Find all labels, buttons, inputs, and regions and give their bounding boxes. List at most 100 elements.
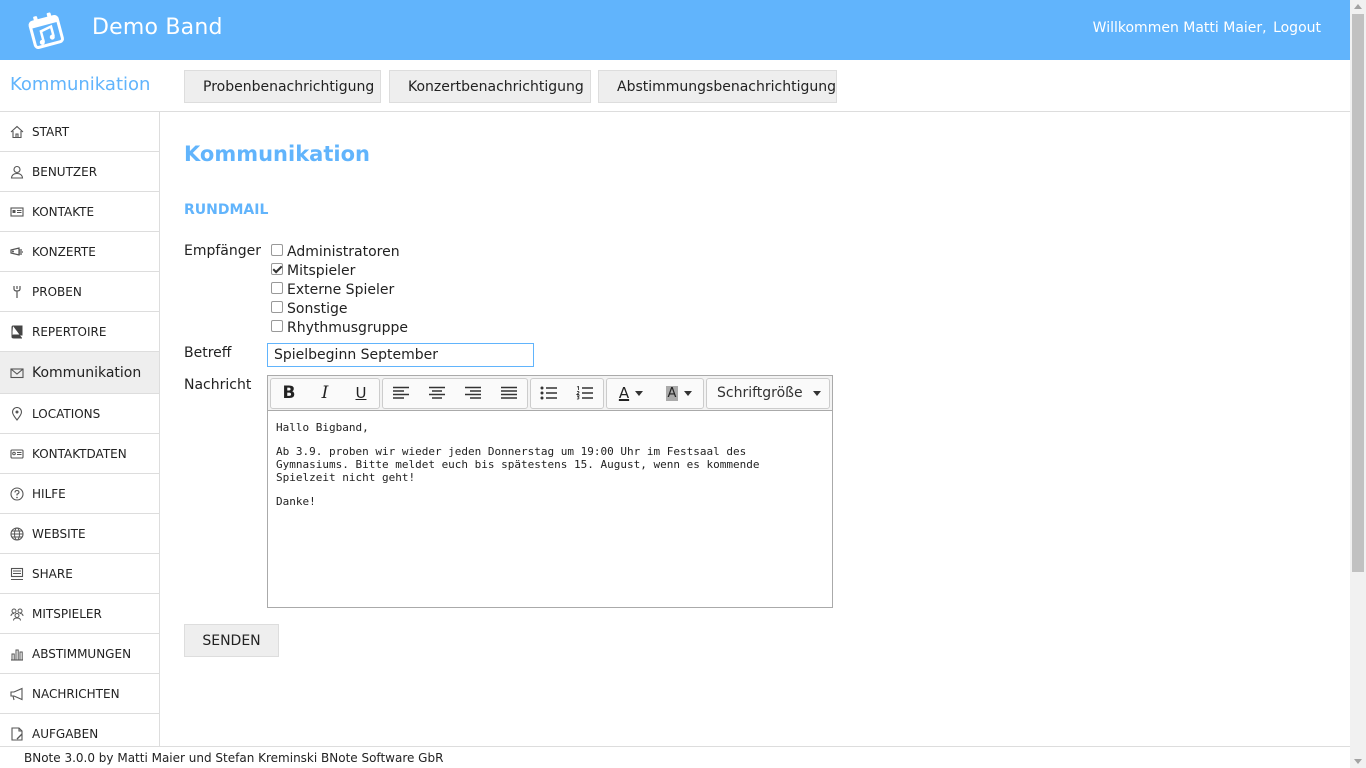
checkbox-administratoren[interactable] bbox=[271, 243, 283, 256]
megaphone-icon bbox=[10, 687, 23, 700]
sidebar-item-label: BENUTZER bbox=[32, 164, 98, 179]
sidebar-item-website[interactable]: WEBSITE bbox=[0, 514, 159, 554]
color-group: A A bbox=[606, 377, 704, 409]
checkbox-rhythmusgruppe[interactable] bbox=[271, 319, 283, 332]
sidebar-item-kontakte[interactable]: KONTAKTE bbox=[0, 192, 159, 232]
format-group: B I U bbox=[270, 377, 380, 409]
checkbox-label: Sonstige bbox=[287, 300, 348, 317]
recipient-option[interactable]: Administratoren bbox=[271, 242, 400, 261]
sidebar-item-proben[interactable]: PROBEN bbox=[0, 272, 159, 312]
app-header: Demo Band Willkommen Matti Maier, Logout bbox=[0, 0, 1350, 60]
section-subtitle: RUNDMAIL bbox=[184, 202, 269, 218]
home-icon bbox=[10, 125, 24, 138]
editor-paragraph: Danke! bbox=[276, 495, 316, 508]
recipient-option[interactable]: Rhythmusgruppe bbox=[271, 318, 408, 337]
envelope-icon bbox=[10, 367, 24, 378]
align-left-button[interactable] bbox=[383, 379, 419, 408]
align-center-icon bbox=[429, 386, 445, 399]
checkbox-label: Administratoren bbox=[287, 243, 400, 260]
checkbox-sonstige[interactable] bbox=[271, 300, 283, 313]
sidebar-item-label: START bbox=[32, 124, 70, 139]
recipient-option[interactable]: Externe Spieler bbox=[271, 280, 394, 299]
contact-card-icon bbox=[10, 206, 24, 217]
band-logo-icon[interactable] bbox=[26, 11, 66, 51]
address-card-icon bbox=[10, 448, 24, 459]
sidebar-item-label: REPERTOIRE bbox=[32, 324, 107, 339]
task-icon bbox=[11, 726, 23, 741]
book-icon bbox=[11, 325, 23, 338]
action-label: Abstimmungsbenachrichtigung bbox=[617, 78, 836, 95]
logout-link[interactable]: Logout bbox=[1273, 20, 1321, 36]
subheader-bar: Kommunikation Probenbenachrichtigung Kon… bbox=[0, 60, 1350, 112]
numbered-list-button[interactable] bbox=[567, 379, 603, 408]
checkbox-label: Externe Spieler bbox=[287, 281, 395, 298]
recipient-option[interactable]: Mitspieler bbox=[271, 261, 355, 280]
sidebar-item-konzerte[interactable]: KONZERTE bbox=[0, 232, 159, 272]
subject-label: Betreff bbox=[184, 345, 232, 361]
sidebar-item-aufgaben[interactable]: AUFGABEN bbox=[0, 714, 159, 746]
editor-toolbar: B I U A A Schriftgröße bbox=[268, 376, 832, 411]
align-right-button[interactable] bbox=[455, 379, 491, 408]
sidebar-item-kontaktdaten[interactable]: KONTAKTDATEN bbox=[0, 434, 159, 474]
sidebar-item-label: LOCATIONS bbox=[32, 406, 101, 421]
font-color-button[interactable]: A bbox=[607, 379, 655, 408]
subject-input[interactable] bbox=[267, 343, 534, 367]
recipients-label: Empfänger bbox=[184, 243, 262, 259]
sidebar-item-locations[interactable]: LOCATIONS bbox=[0, 394, 159, 434]
rich-text-editor[interactable]: B I U A A Schriftgröße Hallo Bigband, Ab… bbox=[267, 375, 833, 608]
caret-down-icon bbox=[813, 390, 821, 396]
highlight-color-button[interactable]: A bbox=[655, 379, 703, 408]
checkbox-label: Mitspieler bbox=[287, 262, 356, 279]
recipient-option[interactable]: Sonstige bbox=[271, 299, 348, 318]
sidebar-item-label: ABSTIMMUNGEN bbox=[32, 646, 132, 661]
sidebar-item-hilfe[interactable]: HILFE bbox=[0, 474, 159, 514]
message-label: Nachricht bbox=[184, 377, 252, 393]
numbered-list-icon bbox=[576, 386, 593, 400]
sidebar-item-label: SHARE bbox=[32, 566, 73, 581]
sidebar-item-repertoire[interactable]: REPERTOIRE bbox=[0, 312, 159, 352]
bar-chart-icon bbox=[11, 649, 23, 661]
app-title: Demo Band bbox=[92, 15, 223, 40]
checkbox-externe-spieler[interactable] bbox=[271, 281, 283, 294]
action-label: Konzertbenachrichtigung bbox=[408, 78, 584, 95]
scroll-up-arrow-icon[interactable] bbox=[1354, 4, 1362, 9]
sidebar-item-benutzer[interactable]: BENUTZER bbox=[0, 152, 159, 192]
font-size-dropdown[interactable]: Schriftgröße bbox=[707, 379, 829, 408]
align-left-icon bbox=[393, 386, 409, 399]
checkbox-mitspieler[interactable] bbox=[271, 262, 283, 275]
editor-content[interactable]: Hallo Bigband, Ab 3.9. proben wir wieder… bbox=[268, 411, 832, 529]
caret-down-icon bbox=[635, 390, 644, 396]
user-icon bbox=[10, 165, 24, 179]
sidebar-item-label: NACHRICHTEN bbox=[32, 686, 120, 701]
map-pin-icon bbox=[11, 406, 23, 421]
sidebar-item-label: PROBEN bbox=[32, 284, 82, 299]
bullet-list-button[interactable] bbox=[531, 379, 567, 408]
font-size-label: Schriftgröße bbox=[717, 385, 803, 401]
page-scrollbar[interactable] bbox=[1350, 0, 1366, 768]
align-justify-icon bbox=[501, 386, 517, 399]
vote-notification-button[interactable]: Abstimmungsbenachrichtigung bbox=[598, 70, 837, 103]
rehearsal-notification-button[interactable]: Probenbenachrichtigung bbox=[184, 70, 381, 103]
sidebar-item-share[interactable]: SHARE bbox=[0, 554, 159, 594]
share-icon bbox=[10, 567, 24, 580]
sidebar-item-label: KONTAKTE bbox=[32, 204, 95, 219]
sidebar-item-start[interactable]: START bbox=[0, 112, 159, 152]
align-center-button[interactable] bbox=[419, 379, 455, 408]
scroll-thumb[interactable] bbox=[1352, 14, 1364, 572]
italic-button[interactable]: I bbox=[307, 379, 343, 408]
align-justify-button[interactable] bbox=[491, 379, 527, 408]
caret-down-icon bbox=[684, 390, 693, 396]
sidebar-item-label: WEBSITE bbox=[32, 526, 86, 541]
sidebar-item-abstimmungen[interactable]: ABSTIMMUNGEN bbox=[0, 634, 159, 674]
concert-notification-button[interactable]: Konzertbenachrichtigung bbox=[389, 70, 591, 103]
sidebar-item-kommunikation[interactable]: Kommunikation bbox=[0, 352, 159, 394]
fontsize-group: Schriftgröße bbox=[706, 377, 830, 409]
scroll-down-arrow-icon[interactable] bbox=[1354, 759, 1362, 764]
sidebar-nav: START BENUTZER KONTAKTE KONZERTE PROBEN … bbox=[0, 112, 160, 746]
underline-button[interactable]: U bbox=[343, 379, 379, 408]
send-button[interactable]: SENDEN bbox=[184, 624, 279, 657]
sidebar-item-mitspieler[interactable]: MITSPIELER bbox=[0, 594, 159, 634]
welcome-text: Willkommen Matti Maier, bbox=[1092, 20, 1267, 36]
sidebar-item-nachrichten[interactable]: NACHRICHTEN bbox=[0, 674, 159, 714]
bold-button[interactable]: B bbox=[271, 379, 307, 408]
